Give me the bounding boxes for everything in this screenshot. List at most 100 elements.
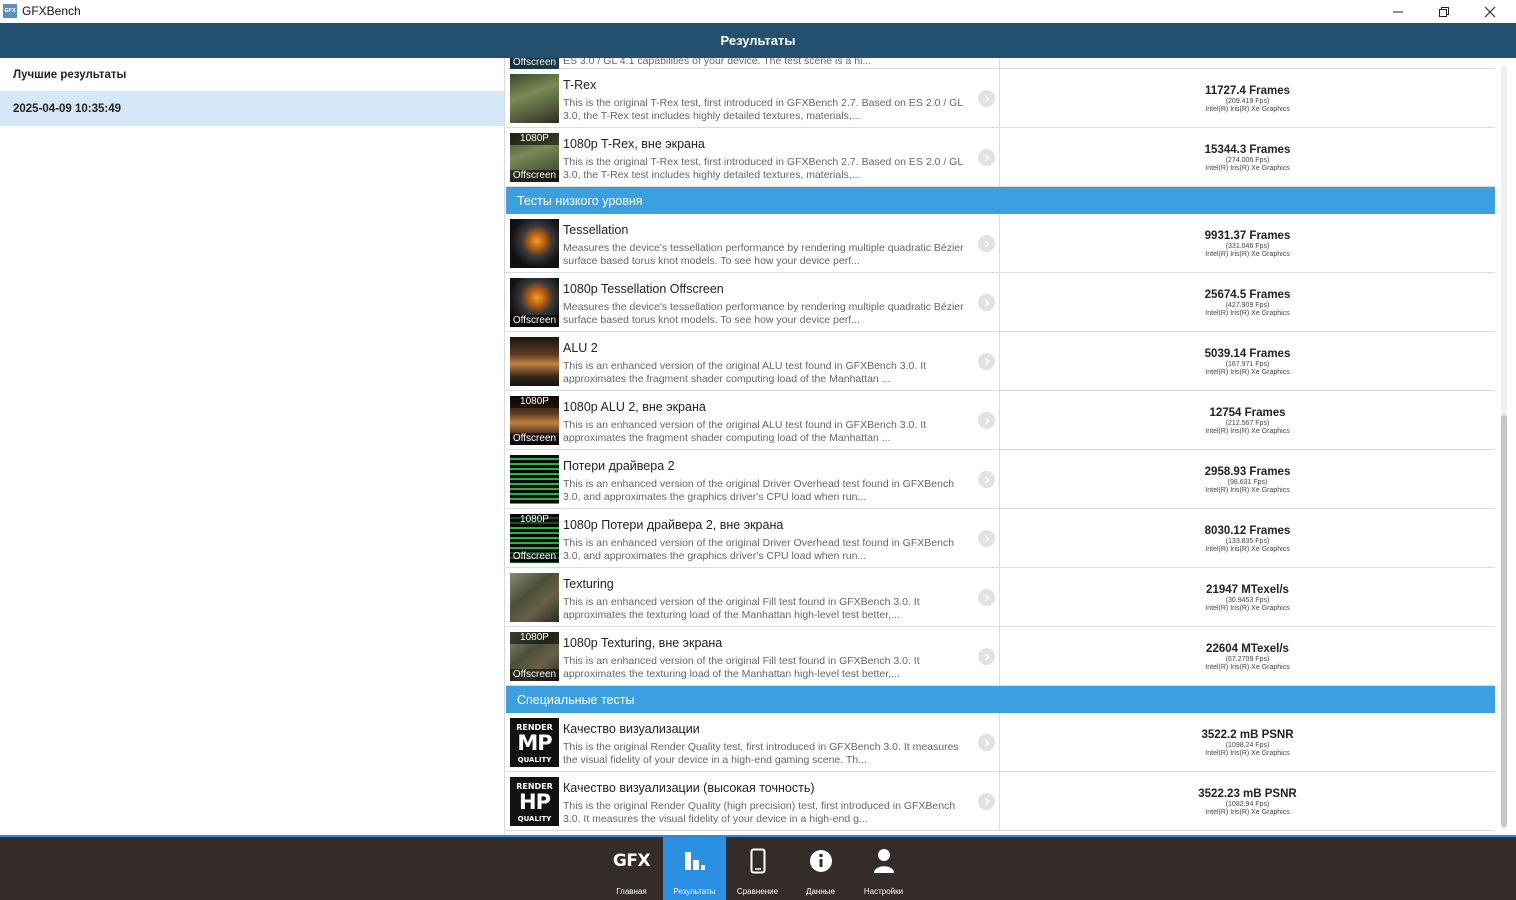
score-fps: (1082.94 Fps): [1225, 801, 1270, 808]
1080p-badge: 1080P: [510, 514, 559, 526]
score-fps: (212.567 Fps): [1225, 420, 1270, 427]
test-name: 1080p T-Rex, вне экрана: [563, 137, 705, 151]
nav-compare[interactable]: Сравнение: [726, 837, 789, 900]
score-fps: (1098.24 Fps): [1225, 742, 1270, 749]
chevron-right-icon[interactable]: [978, 235, 995, 252]
user-icon: [873, 849, 894, 873]
gfx-logo-icon: GFX: [612, 851, 651, 871]
result-row-tessellation-1080p[interactable]: Offscreen 1080p Tessellation Offscreen M…: [506, 273, 1495, 332]
result-row-render-quality[interactable]: RENDER MP QUALITY Качество визуализации …: [506, 713, 1495, 772]
test-name: 1080p Tessellation Offscreen: [563, 282, 724, 296]
tessellation-1080p-thumbnail: Offscreen: [510, 278, 559, 327]
chevron-right-icon[interactable]: [978, 530, 995, 547]
result-row-tessellation[interactable]: Tessellation Measures the device's tesse…: [506, 214, 1495, 273]
nav-home[interactable]: GFX Главная: [600, 837, 663, 900]
offscreen-badge: Offscreen: [510, 669, 559, 681]
score-gpu: Intel(R) Iris(R) Xe Graphics: [1205, 310, 1290, 317]
result-row-trex[interactable]: T-Rex This is the original T-Rex test, f…: [506, 69, 1495, 128]
page-title: Результаты: [720, 33, 796, 48]
score-cell: 12754 Frames (212.567 Fps) Intel(R) Iris…: [1000, 391, 1495, 449]
score-cell: 25674.5 Frames (427.909 Fps) Intel(R) Ir…: [1000, 273, 1495, 331]
score-value: 25674.5 Frames: [1204, 289, 1291, 301]
test-description: Measures the device's tessellation perfo…: [563, 301, 964, 326]
chevron-right-icon[interactable]: [978, 412, 995, 429]
sidebar-item-session[interactable]: 2025-04-09 10:35:49: [0, 92, 504, 126]
score-value: 9931.37 Frames: [1204, 230, 1291, 242]
score-cell: 8030.12 Frames (133.835 Fps) Intel(R) Ir…: [1000, 509, 1495, 567]
result-row-alu2-1080p[interactable]: 1080P Offscreen 1080p ALU 2, вне экрана …: [506, 391, 1495, 450]
result-row-texturing-1080p[interactable]: 1080P Offscreen 1080p Texturing, вне экр…: [506, 627, 1495, 686]
score-gpu: Intel(R) Iris(R) Xe Graphics: [1205, 750, 1290, 757]
chevron-right-icon[interactable]: [978, 353, 995, 370]
result-row-texturing[interactable]: Texturing This is an enhanced version of…: [506, 568, 1495, 627]
score-fps: (331.046 Fps): [1225, 243, 1270, 250]
offscreen-badge: Offscreen: [510, 433, 559, 445]
chevron-right-icon[interactable]: [978, 648, 995, 665]
minimize-button[interactable]: [1375, 0, 1421, 23]
test-description: This is an enhanced version of the origi…: [563, 537, 955, 562]
render-quality-hp-icon: RENDER HP QUALITY: [510, 777, 559, 826]
test-name: Tessellation: [563, 223, 629, 237]
1080p-badge: 1080P: [510, 133, 559, 145]
score-value: 8030.12 Frames: [1204, 525, 1291, 537]
close-button[interactable]: [1467, 0, 1513, 23]
nav-results[interactable]: Результаты: [663, 837, 726, 900]
result-row-driver-overhead[interactable]: Потери драйвера 2 This is an enhanced ve…: [506, 450, 1495, 509]
nav-label: Сравнение: [736, 887, 779, 896]
result-row-alu2[interactable]: ALU 2 This is an enhanced version of the…: [506, 332, 1495, 391]
1080p-badge: 1080P: [510, 632, 559, 644]
test-description: This is an enhanced version of the origi…: [563, 360, 927, 385]
app-logo-icon: GFX: [3, 4, 17, 18]
result-row-trex-1080p[interactable]: 1080P Offscreen 1080p T-Rex, вне экрана …: [506, 128, 1495, 187]
section-header-low-level: Тесты низкого уровня: [506, 187, 1495, 214]
results-sidebar: Лучшие результаты 2025-04-09 10:35:49: [0, 58, 505, 835]
score-fps: (67.2709 Fps): [1225, 656, 1270, 663]
test-description: This is the original T-Rex test, first i…: [563, 156, 963, 181]
restore-icon: [1439, 6, 1449, 17]
score-fps: (209.419 Fps): [1225, 98, 1270, 105]
nav-label: Настройки: [863, 887, 904, 896]
score-gpu: Intel(R) Iris(R) Xe Graphics: [1205, 369, 1290, 376]
nav-info[interactable]: Данные: [789, 837, 852, 900]
test-name: Texturing: [563, 577, 614, 591]
alu2-1080p-thumbnail: 1080P Offscreen: [510, 396, 559, 445]
result-row-partial[interactable]: Offscreen ES 3.0 / GL 4.1 capabilities o…: [506, 58, 1495, 69]
score-fps: (30.9453 Fps): [1225, 597, 1270, 604]
maximize-button[interactable]: [1421, 0, 1467, 23]
score-fps: (98.631 Fps): [1227, 479, 1268, 486]
chevron-right-icon[interactable]: [978, 294, 995, 311]
chevron-right-icon[interactable]: [978, 149, 995, 166]
texturing-1080p-thumbnail: 1080P Offscreen: [510, 632, 559, 681]
score-value: 15344.3 Frames: [1204, 144, 1291, 156]
chevron-right-icon[interactable]: [978, 793, 995, 810]
info-icon: [809, 850, 832, 872]
score-value: 12754 Frames: [1209, 407, 1286, 419]
chevron-right-icon[interactable]: [978, 734, 995, 751]
nav-settings[interactable]: Настройки: [852, 837, 915, 900]
test-name: Качество визуализации (высокая точность): [563, 781, 815, 795]
render-quality-mp-icon: RENDER MP QUALITY: [510, 718, 559, 767]
scrollbar-thumb[interactable]: [1501, 415, 1507, 827]
quality-label: QUALITY: [517, 815, 552, 823]
sidebar-item-best-results[interactable]: Лучшие результаты: [0, 58, 504, 92]
nav-label: Главная: [616, 887, 647, 896]
results-scrollbar[interactable]: [1501, 65, 1507, 830]
score-value: 5039.14 Frames: [1204, 348, 1291, 360]
result-row-driver-overhead-1080p[interactable]: 1080P Offscreen 1080p Потери драйвера 2,…: [506, 509, 1495, 568]
test-description: This is the original Render Quality test…: [563, 741, 959, 766]
window-titlebar: GFX GFXBench: [0, 0, 1516, 23]
quality-label: QUALITY: [517, 756, 552, 764]
chevron-right-icon[interactable]: [978, 589, 995, 606]
chevron-right-icon[interactable]: [978, 90, 995, 107]
phone-icon: [750, 848, 765, 874]
score-value: 11727.4 Frames: [1204, 85, 1291, 97]
test-name: 1080p Texturing, вне экрана: [563, 636, 723, 650]
score-cell: 21947 MTexel/s (30.9453 Fps) Intel(R) Ir…: [1000, 568, 1495, 626]
score-value: 3522.23 mB PSNR: [1198, 788, 1297, 800]
chevron-right-icon[interactable]: [978, 471, 995, 488]
score-cell: 22604 MTexel/s (67.2709 Fps) Intel(R) Ir…: [1000, 627, 1495, 685]
result-row-render-quality-hp[interactable]: RENDER HP QUALITY Качество визуализации …: [506, 772, 1495, 831]
score-gpu: Intel(R) Iris(R) Xe Graphics: [1205, 106, 1290, 113]
driver-overhead-1080p-thumbnail: 1080P Offscreen: [510, 514, 559, 563]
score-value: 22604 MTexel/s: [1206, 643, 1289, 655]
